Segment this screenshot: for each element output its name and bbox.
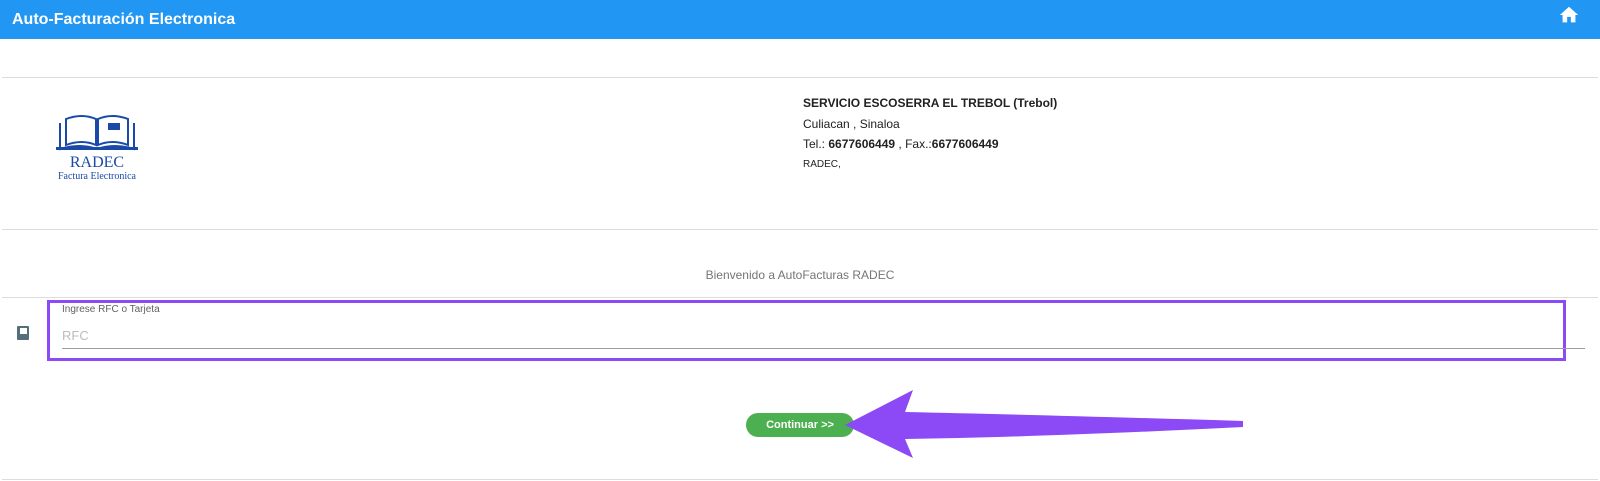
rfc-input[interactable] bbox=[62, 323, 1585, 349]
home-icon[interactable] bbox=[1558, 4, 1580, 26]
svg-text:RADEC: RADEC bbox=[70, 154, 124, 171]
radec-logo: RADEC Factura Electronica bbox=[56, 115, 138, 182]
company-footer: RADEC, bbox=[803, 158, 841, 170]
divider bbox=[2, 77, 1598, 78]
company-phones: Tel.: 6677606449 , Fax.:6677606449 bbox=[803, 134, 1057, 155]
welcome-message: Bienvenido a AutoFacturas RADEC bbox=[705, 268, 895, 282]
app-title: Auto-Facturación Electronica bbox=[12, 10, 236, 28]
tel-label: Tel.: bbox=[803, 137, 829, 151]
annotation-arrow bbox=[845, 390, 1243, 458]
app-header: Auto-Facturación Electronica bbox=[0, 0, 1600, 39]
card-icon bbox=[17, 326, 29, 340]
continue-button[interactable]: Continuar >> bbox=[746, 413, 854, 437]
svg-text:Factura Electronica: Factura Electronica bbox=[58, 171, 137, 182]
company-location: Culiacan , Sinaloa bbox=[803, 116, 900, 131]
fax-label: , Fax.: bbox=[895, 137, 932, 151]
tel-value: 6677606449 bbox=[828, 137, 896, 151]
divider bbox=[2, 479, 1598, 480]
fax-value: 6677606449 bbox=[931, 137, 999, 151]
rfc-field-label: Ingrese RFC o Tarjeta bbox=[62, 304, 160, 315]
divider bbox=[2, 297, 1598, 298]
company-name: SERVICIO ESCOSERRA EL TREBOL (Trebol) bbox=[803, 96, 1058, 110]
divider bbox=[2, 229, 1598, 230]
company-info: SERVICIO ESCOSERRA EL TREBOL (Trebol) Cu… bbox=[803, 93, 1057, 175]
